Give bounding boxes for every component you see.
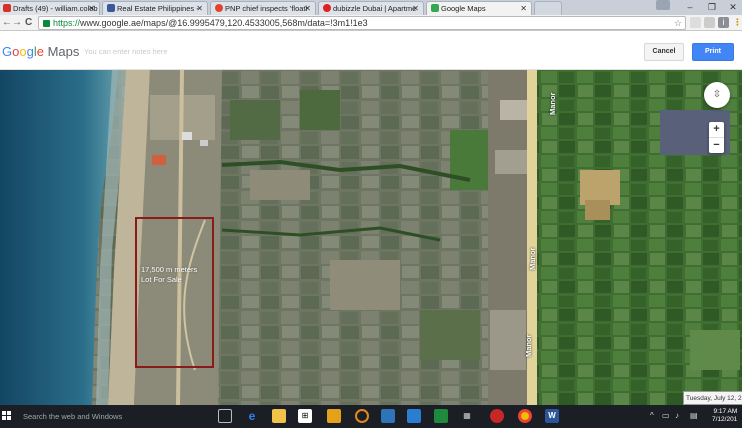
user-profile-icon[interactable] xyxy=(656,0,670,10)
file-explorer-icon[interactable] xyxy=(272,409,286,423)
volume-icon[interactable]: ♪ xyxy=(675,411,679,420)
close-tab-icon[interactable]: ✕ xyxy=(520,4,527,13)
windows-taskbar: Search the web and Windows e ⊞ ▦ W ^ ▭ ♪… xyxy=(0,405,742,428)
gmail-icon xyxy=(3,4,11,12)
tab-label: dubizzle Dubai | Apartme xyxy=(333,4,417,13)
print-button[interactable]: Print xyxy=(692,43,734,61)
facebook-icon xyxy=(107,4,115,12)
app-icon[interactable] xyxy=(407,409,421,423)
taskbar-search-input[interactable]: Search the web and Windows xyxy=(20,405,210,428)
date-tooltip: Tuesday, July 12, 2 xyxy=(683,391,742,405)
bookmark-star-icon[interactable]: ☆ xyxy=(674,17,682,29)
browser-tab-strip: Drafts (49) - william.colob ✕ Real Estat… xyxy=(0,0,742,15)
app-icon[interactable] xyxy=(381,409,395,423)
road-label: Manor xyxy=(524,334,533,358)
lock-icon xyxy=(43,20,50,27)
new-tab-button[interactable] xyxy=(534,1,562,15)
lot-annotation: 17,500 m meters Lot For Sale xyxy=(141,265,197,285)
lot-area-label: 17,500 m meters xyxy=(141,265,198,274)
network-icon[interactable]: ▭ xyxy=(662,411,670,420)
clock-date: 7/12/201 xyxy=(712,416,738,423)
satellite-imagery xyxy=(0,70,742,405)
dubizzle-icon xyxy=(323,4,331,12)
print-header: Google Maps You can enter notes here Can… xyxy=(0,32,742,70)
tab-label: Google Maps xyxy=(441,4,486,13)
excel-icon[interactable] xyxy=(434,409,448,423)
tab-dubizzle[interactable]: dubizzle Dubai | Apartme ✕ xyxy=(318,1,424,15)
windows-start-icon[interactable] xyxy=(2,411,12,421)
extension-icon[interactable] xyxy=(704,17,715,28)
zoom-out-button[interactable]: − xyxy=(709,138,724,153)
notification-icon[interactable]: ▤ xyxy=(690,411,698,420)
tab-label: Real Estate Philippines - xyxy=(117,4,199,13)
word-icon[interactable]: W xyxy=(545,409,559,423)
close-tab-icon[interactable]: ✕ xyxy=(196,4,203,13)
tab-label: Drafts (49) - william.colob xyxy=(13,4,98,13)
tab-google-maps[interactable]: Google Maps ✕ xyxy=(426,1,532,15)
minimize-icon[interactable]: – xyxy=(680,0,700,15)
road-label: Manor xyxy=(548,92,557,116)
reload-icon[interactable]: C xyxy=(25,16,32,30)
url-text: www.google.ae/maps/@16.9995479,120.45330… xyxy=(80,18,368,28)
forward-icon[interactable]: → xyxy=(12,16,22,30)
edge-icon[interactable]: e xyxy=(245,409,259,423)
clock-time: 9:17 AM xyxy=(713,408,738,415)
extension-icon[interactable] xyxy=(690,17,701,28)
app-icon[interactable]: ▦ xyxy=(460,409,474,423)
google-maps-logo: Google Maps xyxy=(2,44,79,59)
compass-rotate-icon[interactable]: ⇳ xyxy=(704,82,730,108)
lot-sale-label: Lot For Sale xyxy=(141,275,182,284)
google-maps-icon xyxy=(431,4,439,12)
tab-gmail[interactable]: Drafts (49) - william.colob ✕ xyxy=(0,1,100,15)
taskbar-clock[interactable]: 9:17 AM 7/12/201 xyxy=(712,408,737,424)
app-icon[interactable] xyxy=(327,409,341,423)
app-icon[interactable] xyxy=(355,409,369,423)
task-view-icon[interactable] xyxy=(218,409,232,423)
news-icon xyxy=(215,4,223,12)
close-tab-icon[interactable]: ✕ xyxy=(304,4,311,13)
browser-toolbar: ← → C https://www.google.ae/maps/@16.999… xyxy=(0,15,742,31)
tab-pnp[interactable]: PNP chief inspects 'floati ✕ xyxy=(210,1,316,15)
notes-input[interactable]: You can enter notes here xyxy=(84,47,168,56)
power-app-icon[interactable] xyxy=(490,409,504,423)
logo-google: Google xyxy=(2,44,44,59)
menu-icon[interactable]: ⋮ xyxy=(732,17,742,28)
close-tab-icon[interactable]: ✕ xyxy=(88,4,95,13)
url-scheme: https:// xyxy=(53,18,81,28)
tab-real-estate[interactable]: Real Estate Philippines - ✕ xyxy=(102,1,208,15)
satellite-map[interactable]: 17,500 m meters Lot For Sale Manor Manor… xyxy=(0,70,742,405)
address-bar[interactable]: https://www.google.ae/maps/@16.9995479,1… xyxy=(38,16,686,30)
extension-icon[interactable]: i xyxy=(718,17,729,28)
road-label: Manor xyxy=(528,247,537,271)
zoom-in-button[interactable]: + xyxy=(709,122,724,137)
back-icon[interactable]: ← xyxy=(2,16,12,30)
chrome-icon[interactable] xyxy=(518,409,532,423)
screen: Drafts (49) - william.colob ✕ Real Estat… xyxy=(0,0,742,428)
store-icon[interactable]: ⊞ xyxy=(298,409,312,423)
logo-maps: Maps xyxy=(47,44,80,59)
tab-label: PNP chief inspects 'floati xyxy=(225,4,308,13)
cancel-button[interactable]: Cancel xyxy=(644,43,684,61)
zoom-control: + − xyxy=(709,122,724,153)
close-window-icon[interactable]: ✕ xyxy=(724,0,742,15)
close-tab-icon[interactable]: ✕ xyxy=(412,4,419,13)
maximize-icon[interactable]: ❐ xyxy=(702,0,722,15)
tray-chevron-icon[interactable]: ^ xyxy=(650,411,654,420)
